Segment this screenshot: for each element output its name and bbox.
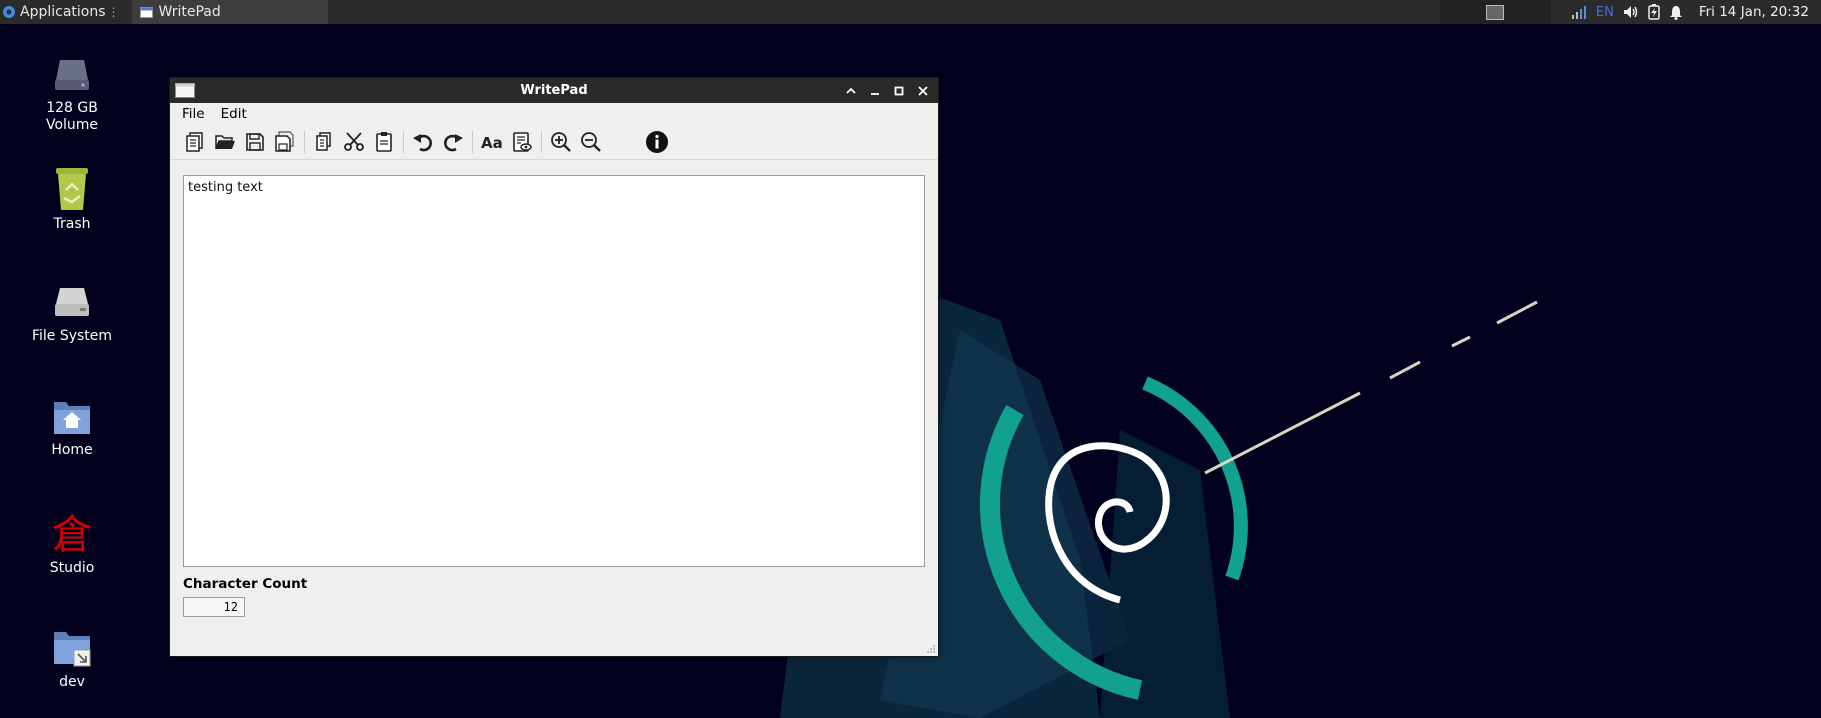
drive-icon (55, 60, 89, 90)
filesystem-icon (55, 288, 89, 316)
menu-file[interactable]: File (174, 106, 213, 122)
folder-link-icon (54, 632, 91, 667)
text-editor[interactable]: testing text (183, 175, 925, 567)
menu-edit[interactable]: Edit (213, 106, 255, 122)
toolbar-separator (472, 131, 473, 153)
new-file-button[interactable] (180, 127, 210, 157)
top-panel: Applications ⋮ WritePad EN Fri 14 Jan, 2… (0, 0, 1821, 24)
clipboard-icon (376, 132, 392, 152)
save-button[interactable] (240, 127, 270, 157)
zoom-out-icon (581, 132, 601, 152)
keyboard-layout-indicator[interactable]: EN (1596, 5, 1614, 20)
workspace-switcher[interactable] (1439, 0, 1551, 24)
chevron-up-icon (845, 87, 856, 94)
volume-icon[interactable] (1623, 5, 1639, 19)
desktop-icon-volume[interactable]: 128 GB Volume (17, 52, 127, 134)
maximize-icon (894, 86, 903, 95)
home-folder-icon (54, 402, 90, 434)
desktop-icon-filesystem[interactable]: File System (17, 282, 127, 345)
workspace-1[interactable] (1486, 4, 1505, 20)
minimize-icon (870, 92, 879, 95)
info-icon (646, 131, 668, 153)
new-document-icon (186, 132, 203, 152)
notification-bell-icon[interactable] (1669, 5, 1683, 20)
close-button[interactable] (913, 81, 932, 100)
preview-button[interactable] (507, 127, 537, 157)
save-as-button[interactable] (270, 127, 300, 157)
desktop-icon-label: Studio (49, 560, 95, 576)
zoom-in-button[interactable] (546, 127, 576, 157)
save-as-icon (275, 131, 294, 152)
desktop-icon-dev[interactable]: dev (17, 626, 127, 691)
shade-button[interactable] (841, 81, 860, 100)
copy-button[interactable] (309, 127, 339, 157)
character-count-display: 12 (183, 597, 245, 617)
svg-text:倉: 倉 (52, 512, 92, 556)
system-tray: EN (1551, 0, 1693, 24)
applications-menu[interactable]: Applications ⋮ (0, 0, 124, 24)
desktop-icon-label: Volume (45, 117, 99, 133)
window-title: WritePad (520, 83, 588, 98)
zoom-out-button[interactable] (576, 127, 606, 157)
desktop-icon-label: Home (51, 442, 93, 458)
desktop-icon-label: dev (59, 674, 85, 690)
studio-icon: 倉 (52, 512, 92, 556)
toolbar: Aa (170, 125, 938, 160)
battery-charging-icon[interactable] (1648, 4, 1660, 20)
trash-icon (56, 168, 88, 210)
window-app-icon (139, 6, 153, 18)
cut-button[interactable] (339, 127, 369, 157)
window-icon (175, 83, 195, 98)
panel-clock[interactable]: Fri 14 Jan, 20:32 (1699, 4, 1809, 20)
copy-icon (316, 132, 331, 151)
taskbar-writepad[interactable]: WritePad (131, 0, 328, 24)
toolbar-separator (304, 131, 305, 153)
about-button[interactable] (642, 127, 672, 157)
minimize-button[interactable] (865, 81, 884, 100)
redo-button[interactable] (438, 127, 468, 157)
menu-separator-icon: ⋮ (107, 5, 120, 19)
writepad-window: WritePad File Edit Aa testing text Chara… (170, 78, 938, 656)
folder-open-icon (215, 135, 235, 150)
font-icon: Aa (481, 134, 503, 152)
svg-text:Aa: Aa (481, 134, 503, 152)
toolbar-separator (403, 131, 404, 153)
save-icon (246, 133, 264, 151)
character-count-label: Character Count (183, 576, 308, 592)
desktop-icon-label: 128 GB (46, 100, 98, 116)
menubar: File Edit (170, 103, 938, 125)
taskbar-label: WritePad (158, 4, 221, 20)
desktop-icon-trash[interactable]: Trash (17, 166, 127, 233)
xfce-logo-icon (3, 6, 15, 18)
window-titlebar[interactable]: WritePad (170, 78, 938, 103)
scissors-icon (344, 132, 364, 151)
toolbar-separator (541, 131, 542, 153)
network-signal-icon[interactable] (1571, 5, 1587, 19)
redo-icon (444, 134, 463, 152)
applications-label: Applications (20, 4, 106, 20)
close-icon (917, 85, 928, 96)
maximize-button[interactable] (889, 81, 908, 100)
desktop-icon-studio[interactable]: 倉 Studio (17, 510, 127, 577)
desktop-icon-label: File System (31, 328, 113, 344)
zoom-in-icon (551, 132, 571, 152)
undo-icon (413, 134, 432, 152)
open-file-button[interactable] (210, 127, 240, 157)
resize-grip-icon[interactable] (926, 644, 936, 654)
undo-button[interactable] (408, 127, 438, 157)
font-button[interactable]: Aa (477, 127, 507, 157)
desktop-icon-home[interactable]: Home (17, 396, 127, 459)
paste-button[interactable] (369, 127, 399, 157)
desktop-icon-label: Trash (53, 216, 91, 232)
document-view-icon (513, 132, 532, 152)
